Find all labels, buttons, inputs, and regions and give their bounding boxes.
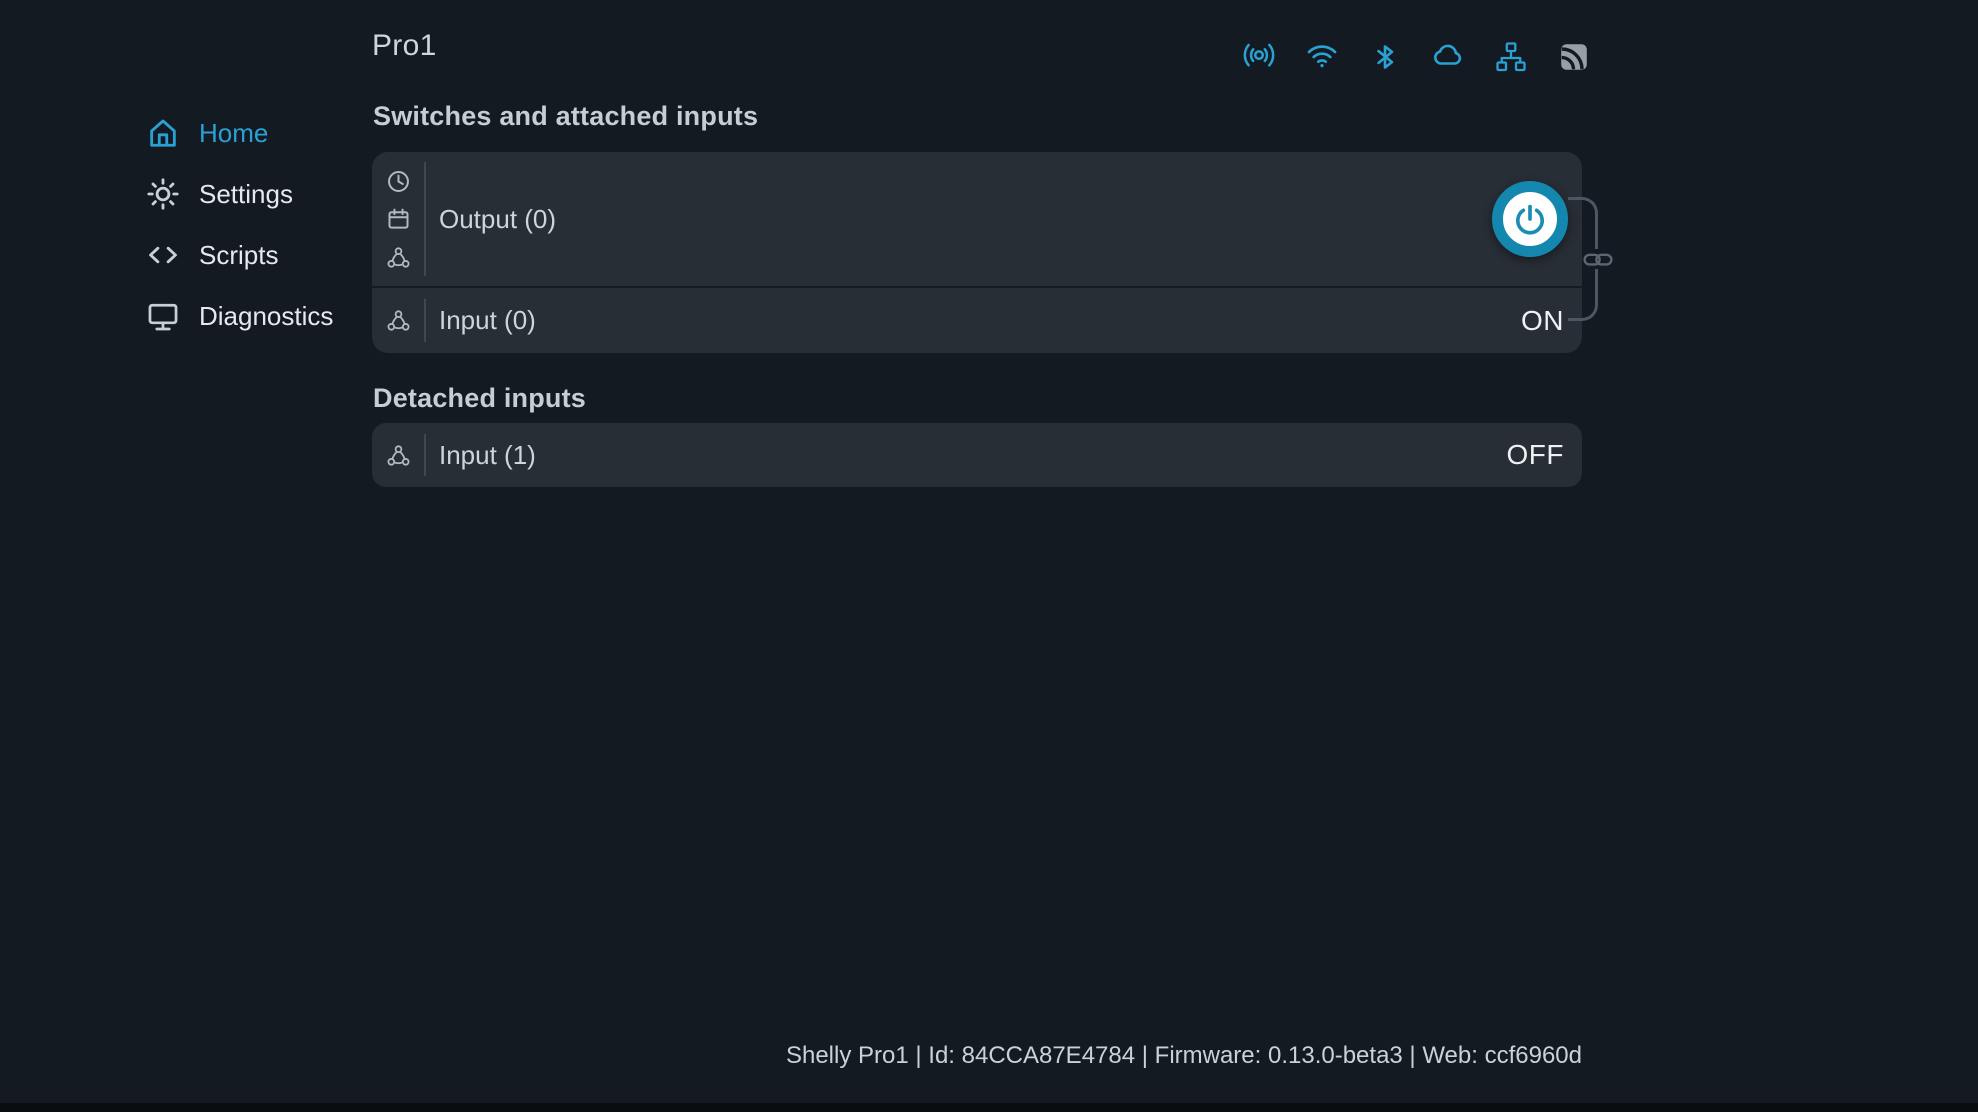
sidebar-item-label: Scripts xyxy=(199,240,278,271)
main-content: Switches and attached inputs xyxy=(372,0,1582,1112)
sidebar-item-label: Home xyxy=(199,118,268,149)
shelly-device-page: Pro1 xyxy=(0,0,1978,1112)
sidebar: Home Settings Scripts xyxy=(146,113,333,357)
schedule-clock-icon xyxy=(385,168,412,195)
code-icon xyxy=(146,238,180,272)
output-power-toggle-button[interactable] xyxy=(1492,181,1568,257)
detached-input-row[interactable]: Input (1) OFF xyxy=(372,423,1582,487)
divider xyxy=(424,299,426,342)
webhook-icon xyxy=(385,244,412,271)
detached-input-state-badge: OFF xyxy=(1507,439,1565,471)
input-state-badge: ON xyxy=(1521,305,1564,337)
sidebar-item-scripts[interactable]: Scripts xyxy=(146,235,333,275)
sidebar-item-settings[interactable]: Settings xyxy=(146,174,333,214)
home-icon xyxy=(146,116,180,150)
attached-card: Output (0) xyxy=(372,152,1582,353)
detached-card: Input (1) OFF xyxy=(372,423,1582,487)
divider xyxy=(424,162,426,276)
sidebar-item-label: Settings xyxy=(199,179,293,210)
monitor-icon xyxy=(146,299,180,333)
output-row[interactable]: Output (0) xyxy=(372,152,1582,286)
divider xyxy=(424,434,426,476)
calendar-icon xyxy=(385,206,412,233)
sidebar-item-diagnostics[interactable]: Diagnostics xyxy=(146,296,333,336)
section-heading-attached: Switches and attached inputs xyxy=(373,101,758,132)
attached-input-row[interactable]: Input (0) ON xyxy=(372,288,1582,353)
sidebar-item-label: Diagnostics xyxy=(199,301,333,332)
sidebar-item-home[interactable]: Home xyxy=(146,113,333,153)
detached-input-row-label: Input (1) xyxy=(439,440,536,471)
webhook-icon xyxy=(385,442,412,469)
chain-link-icon xyxy=(1583,250,1613,269)
bottom-edge-strip xyxy=(0,1103,1978,1112)
webhook-icon xyxy=(385,307,412,334)
input-feature-icons xyxy=(372,442,424,469)
input-feature-icons xyxy=(372,307,424,334)
device-info-footer: Shelly Pro1 | Id: 84CCA87E4784 | Firmwar… xyxy=(372,1042,1582,1070)
gear-icon xyxy=(146,177,180,211)
output-row-label: Output (0) xyxy=(439,204,556,235)
output-feature-icons xyxy=(372,168,424,271)
section-heading-detached: Detached inputs xyxy=(373,383,586,414)
input-row-label: Input (0) xyxy=(439,305,536,336)
